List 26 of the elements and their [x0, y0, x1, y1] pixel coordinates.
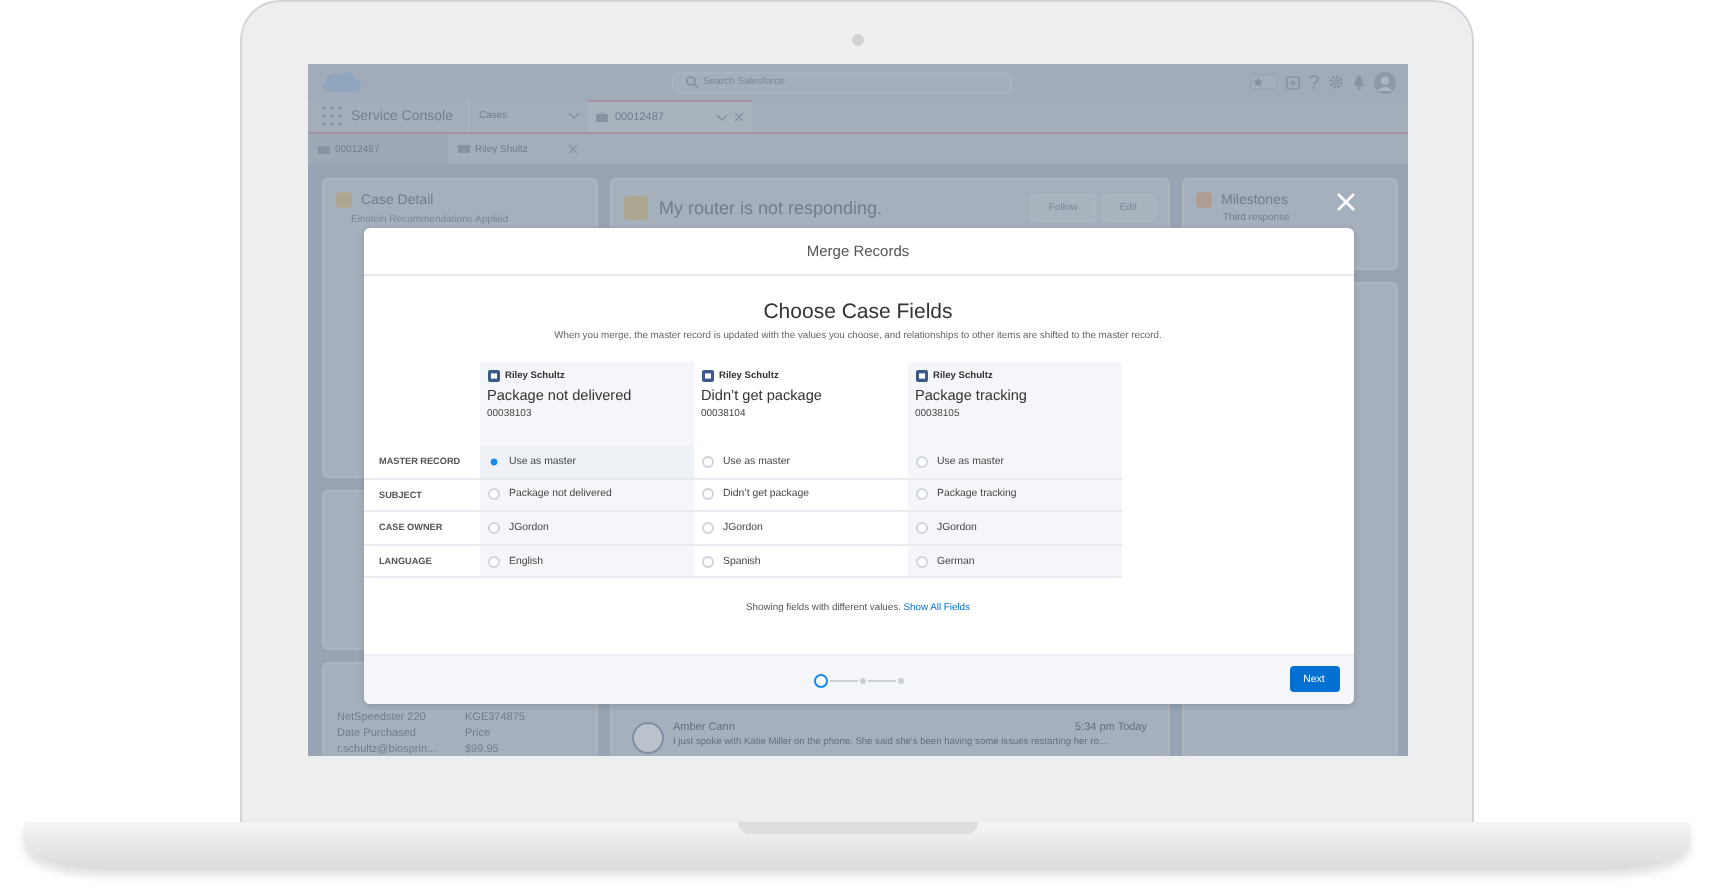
plus-icon [1285, 75, 1299, 89]
radio-button[interactable] [915, 488, 927, 501]
camera-icon [851, 34, 863, 46]
radio-button[interactable] [487, 521, 499, 534]
radio-button[interactable] [701, 488, 713, 501]
close-icon [1335, 192, 1355, 212]
radio-button[interactable] [701, 555, 713, 568]
radio-button[interactable] [487, 455, 499, 468]
section-heading: Choose Case Fields [761, 300, 955, 324]
radio-button[interactable] [915, 521, 927, 534]
radio-button[interactable] [487, 488, 499, 501]
radio-button[interactable] [701, 521, 713, 534]
radio-button[interactable] [915, 455, 927, 468]
help-icon [1307, 74, 1319, 90]
radio-button[interactable] [487, 555, 499, 568]
close-icon [567, 144, 577, 154]
search-icon [685, 76, 697, 88]
close-icon [734, 112, 745, 122]
avatar-icon [1373, 71, 1395, 93]
settings-icon [1327, 74, 1343, 90]
bell-icon [1351, 74, 1365, 90]
app-launcher-icon [319, 104, 343, 128]
caret-icon [716, 113, 729, 121]
radio-button[interactable] [915, 555, 927, 568]
avatar-icon [631, 722, 663, 754]
radio-button[interactable] [701, 455, 713, 468]
